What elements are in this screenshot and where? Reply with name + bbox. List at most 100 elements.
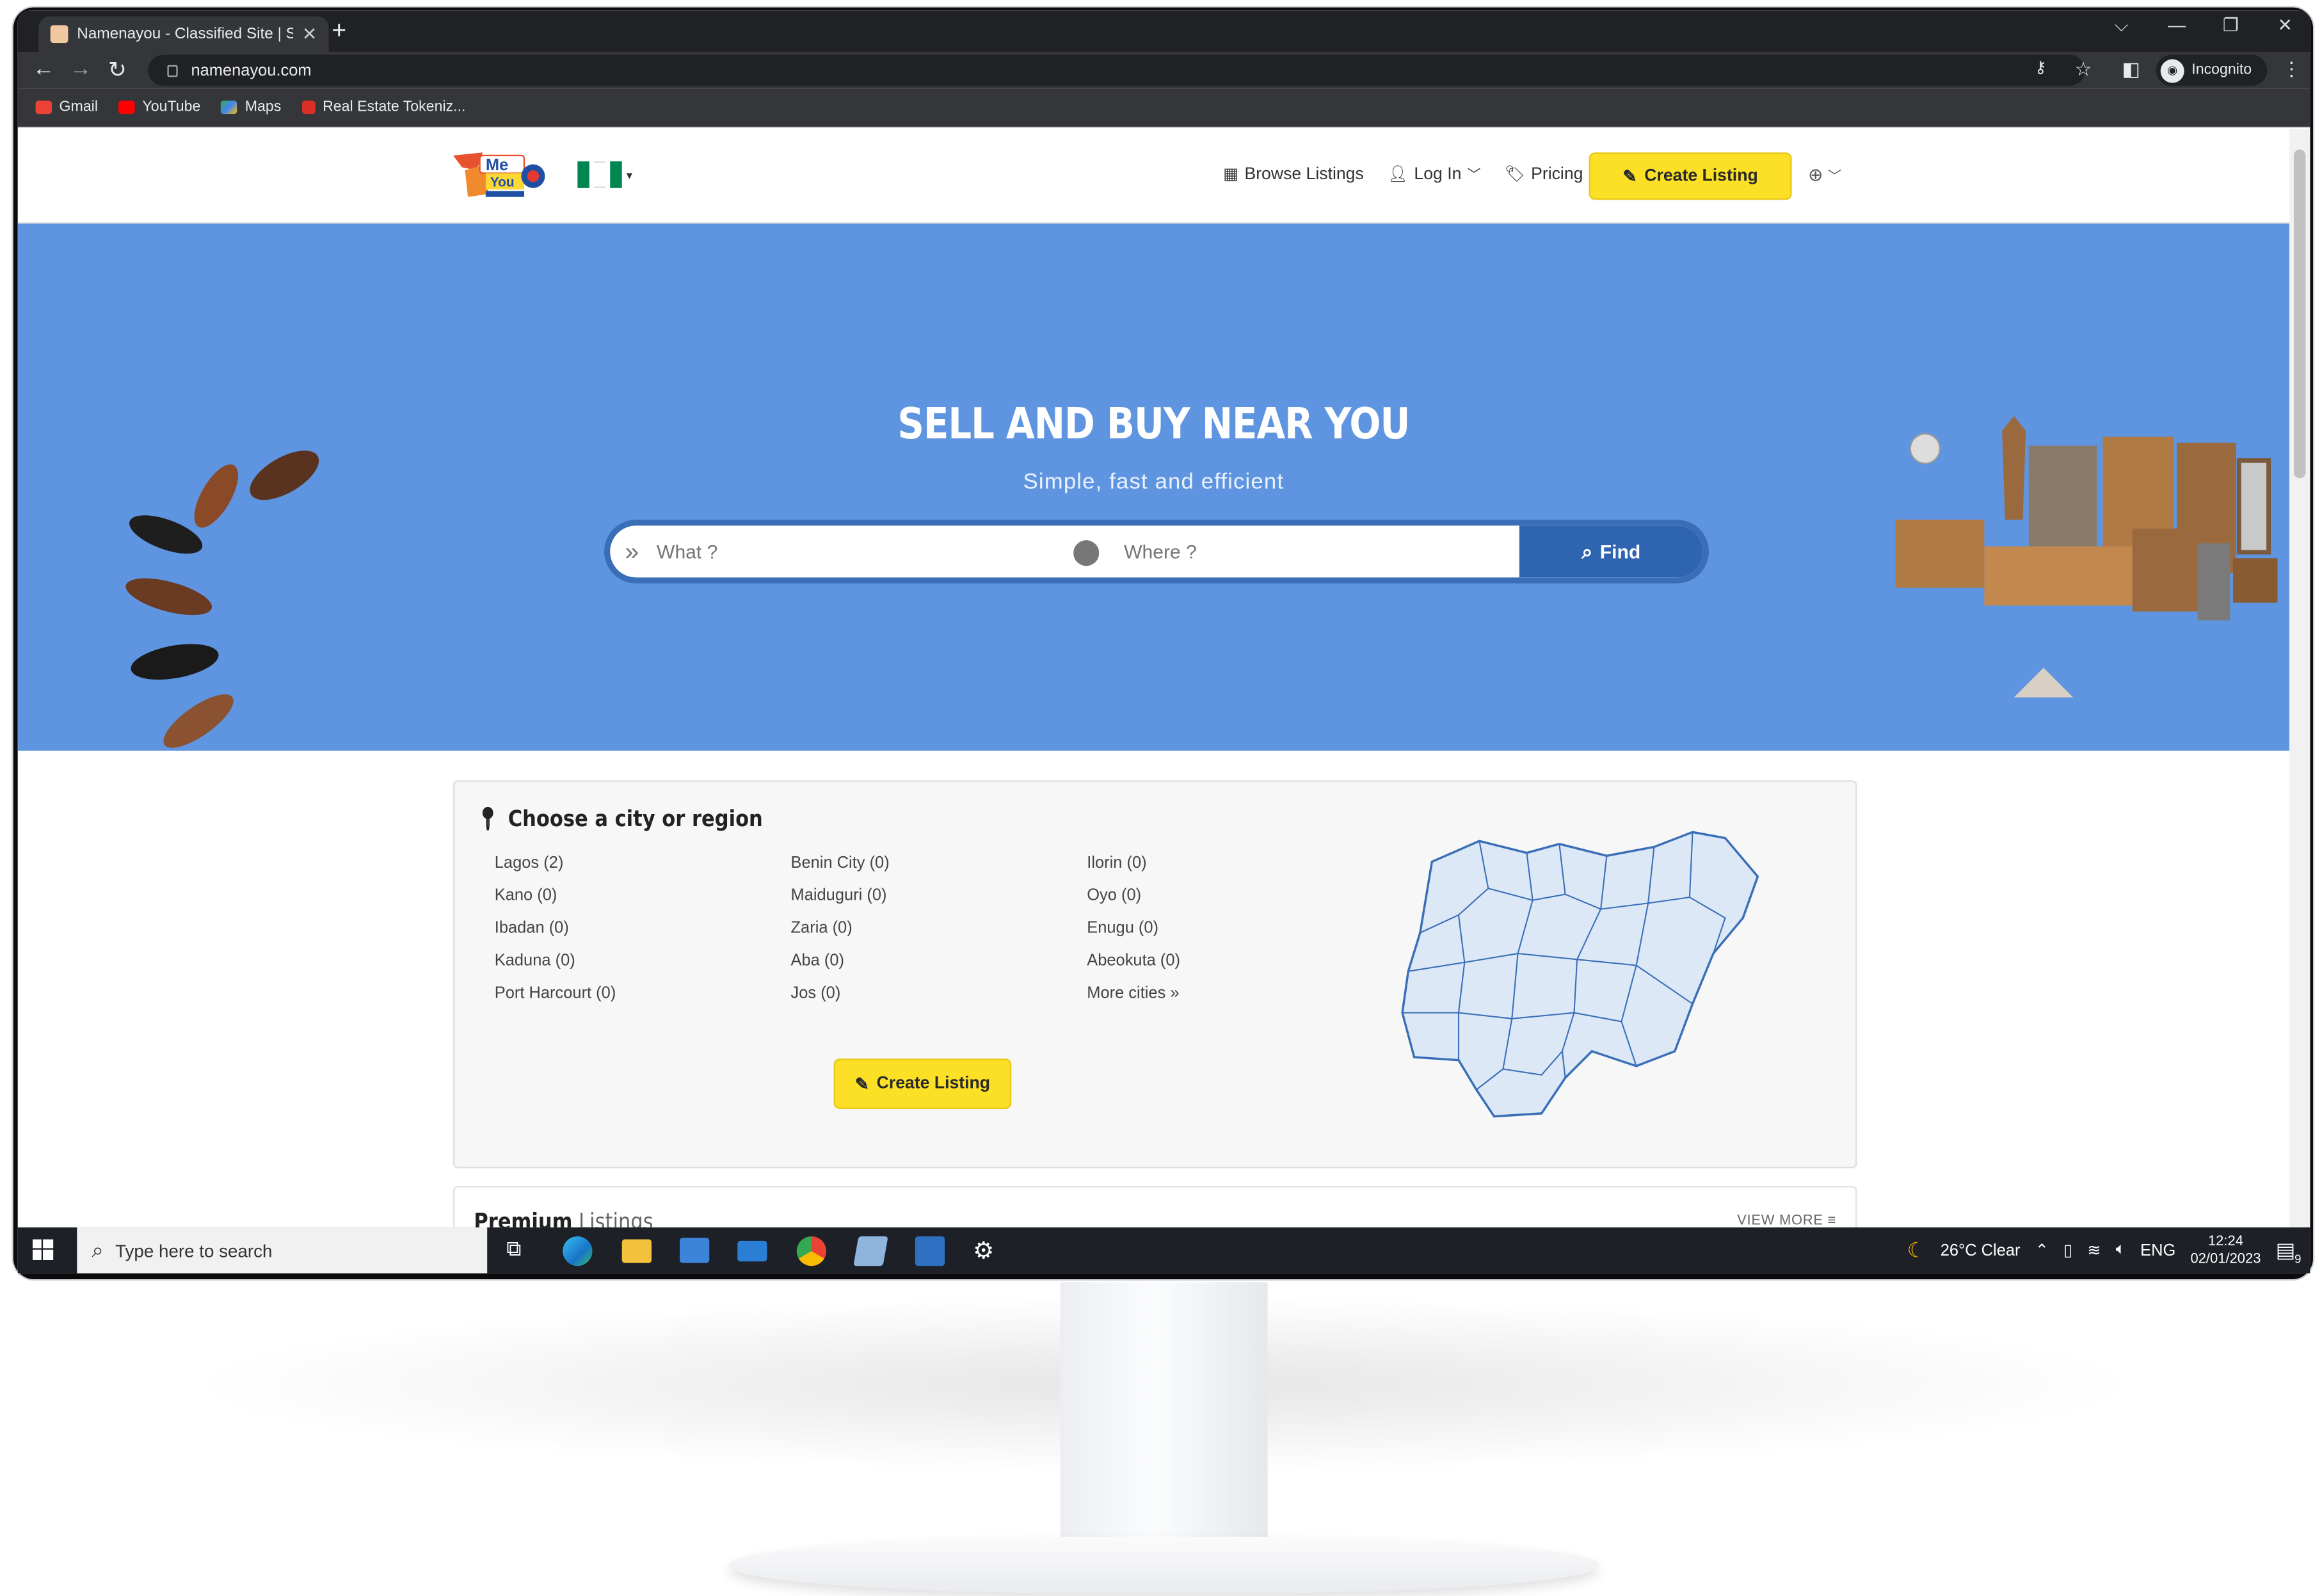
battery-icon[interactable]: ▯ bbox=[2063, 1241, 2072, 1260]
bookmark-label: Maps bbox=[244, 99, 282, 116]
back-icon[interactable]: ← bbox=[33, 56, 55, 81]
flag-nigeria-icon bbox=[577, 161, 589, 188]
task-view-icon[interactable]: ⧉ bbox=[506, 1236, 536, 1266]
clock[interactable]: 12:24 02/01/2023 bbox=[2190, 1233, 2261, 1268]
wifi-icon[interactable]: ≋ bbox=[2087, 1241, 2101, 1260]
minimize-icon[interactable]: — bbox=[2168, 15, 2186, 35]
chevron-up-icon[interactable]: ⌃ bbox=[2035, 1241, 2049, 1260]
view-more-link[interactable]: VIEW MORE ≡ bbox=[1737, 1213, 1836, 1227]
edge-icon[interactable] bbox=[563, 1236, 593, 1266]
page-scrollbar[interactable] bbox=[2289, 129, 2310, 1228]
city-link[interactable]: Kaduna (0) bbox=[495, 952, 791, 973]
url-text: namenayou.com bbox=[191, 61, 312, 79]
what-field: » bbox=[610, 525, 1066, 578]
photos-icon[interactable] bbox=[915, 1236, 945, 1266]
incognito-icon: ◉ bbox=[2160, 58, 2184, 83]
key-icon[interactable]: ⚷ bbox=[2035, 58, 2047, 77]
bookmark-star-icon[interactable]: ☆ bbox=[2074, 58, 2092, 81]
bookmarks-bar: Gmail YouTube Maps Real Estate Tokeniz..… bbox=[17, 88, 2310, 127]
map-pin-icon: ⬤ bbox=[1072, 536, 1101, 565]
create-listing-button-secondary[interactable]: ✎ Create Listing bbox=[833, 1058, 1012, 1109]
close-window-icon[interactable]: ✕ bbox=[2277, 15, 2292, 35]
side-panel-icon[interactable]: ◧ bbox=[2122, 58, 2140, 81]
city-link[interactable]: Aba (0) bbox=[791, 952, 1087, 973]
city-link[interactable]: Abeokuta (0) bbox=[1087, 952, 1383, 973]
file-explorer-icon[interactable] bbox=[621, 1239, 652, 1263]
browser-tab-bar: Namenayou - Classified Site | Sell ✕ + ⌵… bbox=[17, 10, 2310, 52]
address-bar[interactable]: namenayou.com bbox=[148, 54, 2085, 86]
language-indicator[interactable]: ENG bbox=[2140, 1241, 2175, 1259]
city-link[interactable]: Zaria (0) bbox=[791, 920, 1087, 940]
chrome-icon[interactable] bbox=[796, 1236, 827, 1266]
bookmark-real-estate[interactable]: Real Estate Tokeniz... bbox=[301, 99, 465, 115]
city-link[interactable]: Benin City (0) bbox=[791, 854, 1087, 875]
taskbar-search-placeholder: Type here to search bbox=[115, 1240, 273, 1261]
mail-icon[interactable] bbox=[737, 1240, 767, 1262]
city-link[interactable]: Oyo (0) bbox=[1087, 887, 1383, 907]
windows-start-icon[interactable] bbox=[32, 1239, 54, 1260]
incognito-badge[interactable]: ◉ Incognito bbox=[2156, 54, 2267, 86]
bookmark-gmail[interactable]: Gmail bbox=[35, 99, 98, 115]
tab-search-icon[interactable]: ⌵ bbox=[2115, 15, 2128, 37]
app-icon[interactable] bbox=[853, 1236, 888, 1266]
globe-icon: ⊕ bbox=[1808, 164, 1823, 186]
site-logo[interactable]: Me You bbox=[450, 150, 554, 200]
city-link[interactable]: Maiduguri (0) bbox=[791, 887, 1087, 907]
hero-banner: SELL AND BUY NEAR YOU Simple, fast and e… bbox=[17, 223, 2289, 751]
language-selector[interactable]: ⊕ ﹀ bbox=[1808, 164, 1841, 185]
restore-icon[interactable]: ❐ bbox=[2223, 15, 2239, 35]
edit-icon: ✎ bbox=[854, 1076, 870, 1094]
moon-weather-icon: ☾ bbox=[1907, 1238, 1926, 1262]
nav-label: Pricing bbox=[1531, 164, 1583, 183]
bookmark-youtube[interactable]: YouTube bbox=[118, 99, 200, 115]
what-input[interactable] bbox=[657, 525, 1066, 578]
site-header: Me You ▾ ▦ Browse Listings 👤︎ Log In ﹀ 🏷︎ Pr… bbox=[17, 129, 2289, 224]
search-icon: ⌕ bbox=[1581, 539, 1593, 563]
city-link[interactable]: Kano (0) bbox=[495, 887, 791, 907]
nav-log-in[interactable]: 👤︎ Log In ﹀ bbox=[1388, 164, 1481, 184]
close-tab-icon[interactable]: ✕ bbox=[302, 24, 317, 44]
new-tab-button[interactable]: + bbox=[332, 16, 346, 45]
more-cities-link[interactable]: More cities » bbox=[1087, 985, 1383, 1005]
chevron-down-icon: ﹀ bbox=[1467, 167, 1481, 182]
site-favicon-icon bbox=[50, 25, 68, 44]
city-link[interactable]: Ibadan (0) bbox=[495, 920, 791, 940]
user-icon: 👤︎ bbox=[1387, 166, 1409, 184]
volume-icon[interactable]: 🔈︎ bbox=[2116, 1241, 2126, 1260]
forward-icon[interactable]: → bbox=[70, 56, 92, 81]
weather-text[interactable]: 26°C Clear bbox=[1941, 1241, 2021, 1259]
city-panel-heading: 📍︎ Choose a city or region bbox=[476, 806, 763, 833]
main-nav: ▦ Browse Listings 👤︎ Log In ﹀ 🏷︎ Pricing bbox=[1223, 164, 1583, 184]
button-label: Create Listing bbox=[876, 1074, 991, 1093]
scrollbar-thumb[interactable] bbox=[2293, 149, 2306, 479]
city-link[interactable]: Enugu (0) bbox=[1087, 920, 1383, 940]
notification-icon[interactable]: ▤ 9 bbox=[2276, 1238, 2302, 1266]
monitor-stand-base bbox=[728, 1536, 1599, 1593]
browser-tab[interactable]: Namenayou - Classified Site | Sell ✕ bbox=[38, 16, 329, 52]
date-text: 02/01/2023 bbox=[2190, 1250, 2261, 1267]
settings-gear-icon[interactable]: ⚙ bbox=[973, 1236, 1002, 1266]
reload-icon[interactable]: ↻ bbox=[108, 56, 127, 83]
browser-toolbar: ← → ↻ namenayou.com ⚷ ☆ ◧ ◉ Incognito ⋮ bbox=[17, 51, 2310, 89]
double-chevron-right-icon: » bbox=[625, 536, 639, 565]
monitor-stand-neck bbox=[1060, 1282, 1268, 1561]
hero-subtitle: Simple, fast and efficient bbox=[1023, 469, 1285, 495]
city-link[interactable]: Port Harcourt (0) bbox=[495, 985, 791, 1005]
find-button[interactable]: ⌕ Find bbox=[1519, 525, 1703, 578]
tags-icon: 🏷︎ bbox=[1504, 166, 1525, 184]
nav-browse-listings[interactable]: ▦ Browse Listings bbox=[1223, 164, 1364, 184]
grid-icon: ▦ bbox=[1223, 166, 1239, 184]
create-listing-button[interactable]: ✎ Create Listing bbox=[1589, 152, 1792, 200]
bookmark-maps[interactable]: Maps bbox=[221, 99, 282, 116]
nav-pricing[interactable]: 🏷︎ Pricing bbox=[1505, 164, 1583, 184]
nigeria-map[interactable] bbox=[1399, 829, 1763, 1119]
city-link[interactable]: Ilorin (0) bbox=[1087, 854, 1383, 875]
city-link[interactable]: Jos (0) bbox=[791, 985, 1087, 1005]
city-list: Lagos (2) Benin City (0) Ilorin (0) Kano… bbox=[495, 854, 1383, 1005]
menu-kebab-icon[interactable]: ⋮ bbox=[2282, 58, 2301, 81]
where-input[interactable] bbox=[1124, 525, 1519, 578]
taskbar-search[interactable]: ⌕ Type here to search bbox=[77, 1227, 488, 1273]
city-link[interactable]: Lagos (2) bbox=[495, 854, 791, 875]
country-selector[interactable]: ▾ bbox=[577, 161, 632, 188]
store-icon[interactable] bbox=[679, 1238, 710, 1263]
